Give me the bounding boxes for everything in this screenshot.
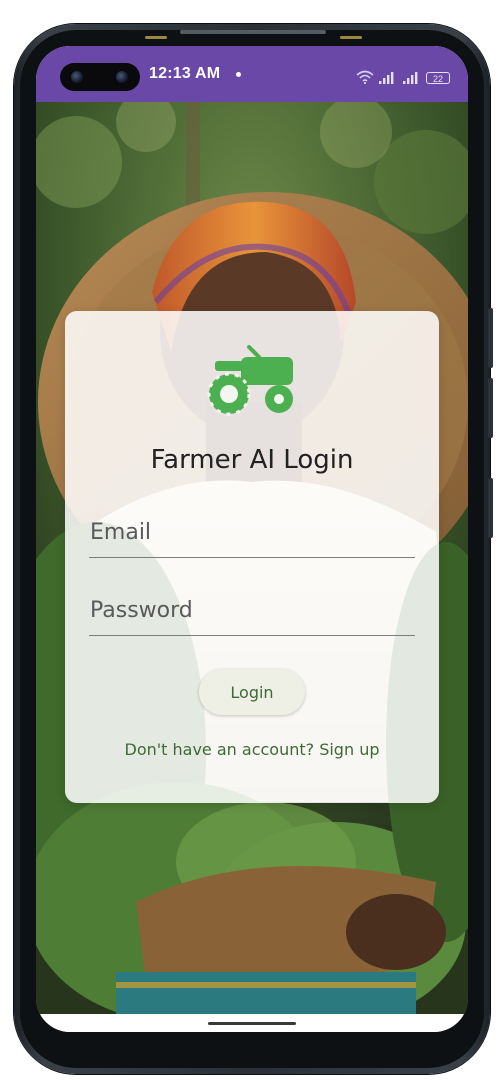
status-bar: 12:13 AM 22 bbox=[36, 46, 468, 102]
wifi-icon bbox=[356, 70, 374, 84]
signal-icon bbox=[403, 72, 418, 84]
sensor bbox=[145, 36, 167, 39]
earpiece-speaker bbox=[180, 30, 326, 34]
volume-button bbox=[488, 308, 493, 368]
signal-icon bbox=[379, 72, 394, 84]
front-camera-icon bbox=[116, 71, 128, 83]
front-camera-icon bbox=[71, 71, 83, 83]
sensor bbox=[340, 36, 362, 39]
battery-icon: 22 bbox=[426, 72, 450, 84]
phone-screen: 12:13 AM 22 Farmer AI Login Email Login … bbox=[36, 46, 468, 1032]
status-icons: 22 bbox=[356, 66, 450, 84]
email-field[interactable] bbox=[89, 508, 415, 558]
notification-dot bbox=[236, 72, 241, 77]
power-button bbox=[488, 378, 493, 438]
page-title: Farmer AI Login bbox=[150, 445, 354, 475]
home-indicator[interactable] bbox=[208, 1022, 296, 1025]
camera-cutout bbox=[60, 63, 140, 91]
status-time: 12:13 AM bbox=[149, 65, 221, 82]
side-key bbox=[488, 478, 493, 538]
tractor-icon bbox=[207, 345, 293, 416]
signup-link[interactable]: Don't have an account? Sign up bbox=[65, 740, 439, 759]
password-field[interactable] bbox=[89, 586, 415, 636]
login-button[interactable]: Login bbox=[199, 669, 305, 715]
login-card: Farmer AI Login Login Don't have an acco… bbox=[65, 311, 439, 803]
